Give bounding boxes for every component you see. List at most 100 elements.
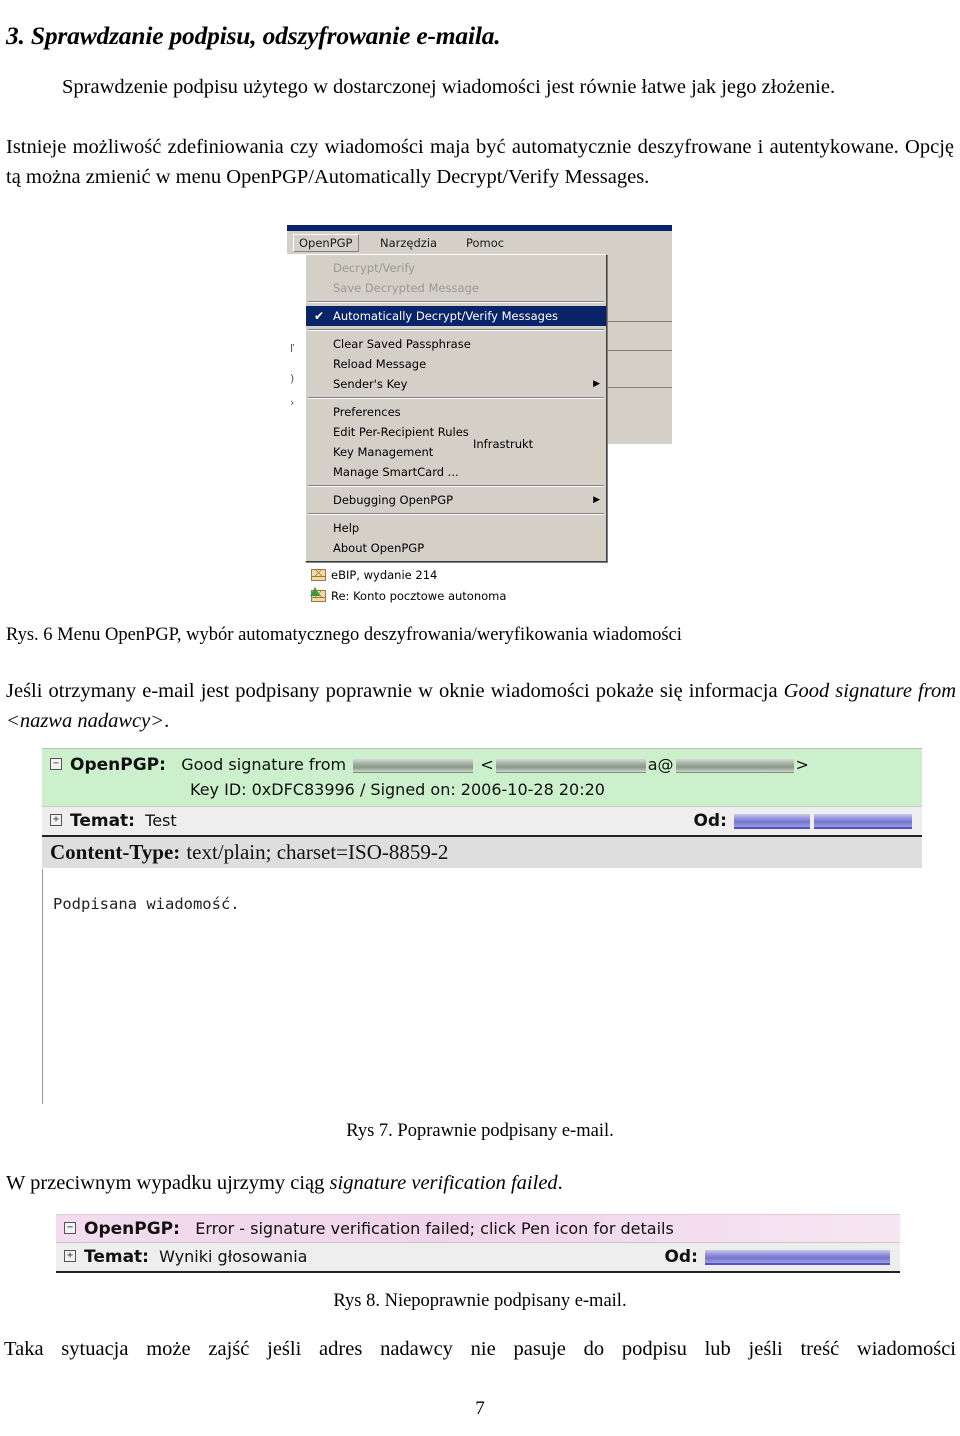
content-type-value: text/plain; charset=ISO-8859-2 [186,840,449,864]
figure-good-signature: − OpenPGP: Good signature from < a@ > Key I… [42,748,922,1104]
menubar-item-pomoc[interactable]: Pomoc [460,234,510,252]
menu-item-label: Save Decrypted Message [333,281,479,295]
menu-item-label: Manage SmartCard ... [333,465,459,479]
paragraph-auto-decrypt: Istnieje możliwość zdefiniowania czy wia… [6,136,954,188]
openpgp-key-line: Key ID: 0xDFC83996 / Signed on: 2006-10-… [42,777,922,802]
menubar-item-openpgp[interactable]: OpenPGP [293,234,359,252]
menubar: OpenPGP Narzędzia Pomoc [287,231,672,255]
from-field-good: Od: [693,807,914,835]
content-type-label: Content-Type: [50,840,181,864]
submenu-arrow-icon: ▶ [593,379,600,389]
expand-toggle-icon[interactable]: + [50,814,62,826]
toolbar-glyph-icon: › [290,396,295,409]
menu-item-preferences[interactable]: Preferences [306,402,606,422]
subject-row-good: + Temat: Test Od: [42,806,922,837]
redacted-from-name [734,814,810,829]
redacted-from-address [814,814,912,829]
message-subject: Re: Konto pocztowe autonoma [331,589,507,603]
menu-item-save-decrypted-message[interactable]: Save Decrypted Message [306,278,606,298]
openpgp-status-header-bad: − OpenPGP: Error - signature verification… [56,1214,900,1242]
menu-item-about-openpgp[interactable]: About OpenPGP [306,538,606,558]
subject-label: Temat: [84,1247,149,1267]
menu-item-reload-message[interactable]: Reload Message [306,354,606,374]
caption-figure-8: Rys 8. Niepoprawnie podpisany e-mail. [333,1291,627,1311]
message-subject: eBIP, wydanie 214 [331,568,438,582]
paragraph-intro: Sprawdzenie podpisu użytego w dostarczon… [6,72,954,102]
openpgp-status-text: Good signature from [181,755,347,774]
toolbar-glyph-icon: ľ [290,342,295,355]
menu-item-senders-key[interactable]: Sender's Key ▶ [306,374,606,394]
redacted-sender-name [353,758,474,773]
list-item[interactable]: eBIP, wydanie 214 [309,565,609,586]
paragraph-closing: Taka sytuacja może zajść jeśli adres nad… [4,1338,956,1360]
openpgp-error-text: Error - signature verification failed; c… [195,1219,674,1238]
menu-separator [308,301,604,303]
menu-item-label: Preferences [333,405,401,419]
submenu-arrow-icon: ▶ [593,495,600,505]
paragraph-good-signature-post: . [164,710,170,732]
openpgp-status-header-good: − OpenPGP: Good signature from < a@ > Key I… [42,749,922,806]
redacted-sender-email-local [495,758,646,773]
menu-item-edit-per-recipient-rules[interactable]: Edit Per-Recipient Rules [306,422,606,442]
subject-value: Test [145,811,177,830]
collapse-toggle-icon[interactable]: − [64,1222,76,1234]
menu-separator [308,485,604,487]
openpgp-label: OpenPGP: [84,1219,180,1239]
from-label: Od: [693,811,727,831]
paragraph-bad-signature-post: . [557,1172,563,1194]
menu-item-key-management[interactable]: Key Management [306,442,606,462]
menu-item-label: Key Management [333,445,434,459]
redacted-sender-email-domain [675,758,794,773]
subject-label: Temat: [70,811,135,831]
background-label-infrastrukt: Infrastrukt [473,437,534,451]
menu-item-label: Sender's Key [333,377,408,391]
toolbar-glyph-icon: ) [290,372,295,385]
openpgp-dropdown-menu: Decrypt/Verify Save Decrypted Message ✔ … [305,254,607,562]
content-type-row: Content-Type: text/plain; charset=ISO-88… [42,837,922,869]
document-page: 3. Sprawdzanie podpisu, odszyfrowanie e-… [0,0,960,1436]
collapse-toggle-icon[interactable]: − [50,758,62,770]
openpgp-key-id-text: Key ID: 0xDFC83996 / Signed on: 2006-10-… [190,780,605,799]
menu-item-automatically-decrypt-verify-messages[interactable]: ✔ Automatically Decrypt/Verify Messages [306,306,606,326]
paragraph-intro-text: Sprawdzenie podpisu użytego w dostarczon… [62,76,836,98]
checkmark-icon: ✔ [314,309,325,323]
subject-value: Wyniki głosowania [159,1247,308,1266]
menu-item-label: Automatically Decrypt/Verify Messages [333,309,559,323]
menu-item-label: Clear Saved Passphrase [333,337,471,351]
menu-item-debugging-openpgp[interactable]: Debugging OpenPGP ▶ [306,490,606,510]
redacted-from-address [705,1250,890,1265]
figure-openpgp-menu: OpenPGP Narzędzia Pomoc Infrastrukt ľ ) … [287,225,672,615]
from-field-bad: Od: [664,1243,892,1271]
menu-item-manage-smartcard[interactable]: Manage SmartCard ... [306,462,606,482]
openpgp-status-line: − OpenPGP: Good signature from < a@ > [42,752,922,777]
paragraph-good-signature-pre: Jeśli otrzymany e-mail jest podpisany po… [6,680,784,702]
from-label: Od: [664,1247,698,1267]
openpgp-label: OpenPGP: [70,755,166,775]
menu-item-clear-saved-passphrase[interactable]: Clear Saved Passphrase [306,334,606,354]
page-number: 7 [475,1398,485,1419]
page-title: 3. Sprawdzanie podpisu, odszyfrowanie e-… [6,21,501,51]
paragraph-bad-signature-pre: W przeciwnym wypadku ujrzymy ciąg [6,1172,330,1194]
expand-toggle-icon[interactable]: + [64,1250,76,1262]
paragraph-good-signature: Jeśli otrzymany e-mail jest podpisany po… [6,676,956,736]
menu-item-label: About OpenPGP [333,541,425,555]
paragraph-bad-signature: W przeciwnym wypadku ujrzymy ciąg signat… [6,1168,956,1198]
caption-figure-7: Rys 7. Poprawnie podpisany e-mail. [346,1121,614,1141]
menu-separator [308,329,604,331]
caption-figure-6: Rys. 6 Menu OpenPGP, wybór automatyczneg… [6,625,682,645]
menu-item-label: Help [333,521,360,535]
list-item[interactable]: Re: Konto pocztowe autonoma [309,586,609,607]
menu-separator [308,397,604,399]
subject-row-bad: + Temat: Wyniki głosowania Od: [56,1242,900,1273]
menu-item-label: Reload Message [333,357,427,371]
menu-item-label: Decrypt/Verify [333,261,416,275]
message-body-text: Podpisana wiadomość. [53,895,240,913]
envelope-replied-icon [310,587,326,602]
menubar-item-narzedzia[interactable]: Narzędzia [374,234,443,252]
paragraph-bad-signature-emphasis: signature verification failed [329,1172,558,1194]
menu-item-decrypt-verify[interactable]: Decrypt/Verify [306,258,606,278]
message-list: eBIP, wydanie 214 Re: Konto pocztowe aut… [309,565,609,607]
figure-bad-signature: − OpenPGP: Error - signature verification… [56,1214,900,1273]
menu-separator [308,513,604,515]
menu-item-help[interactable]: Help [306,518,606,538]
